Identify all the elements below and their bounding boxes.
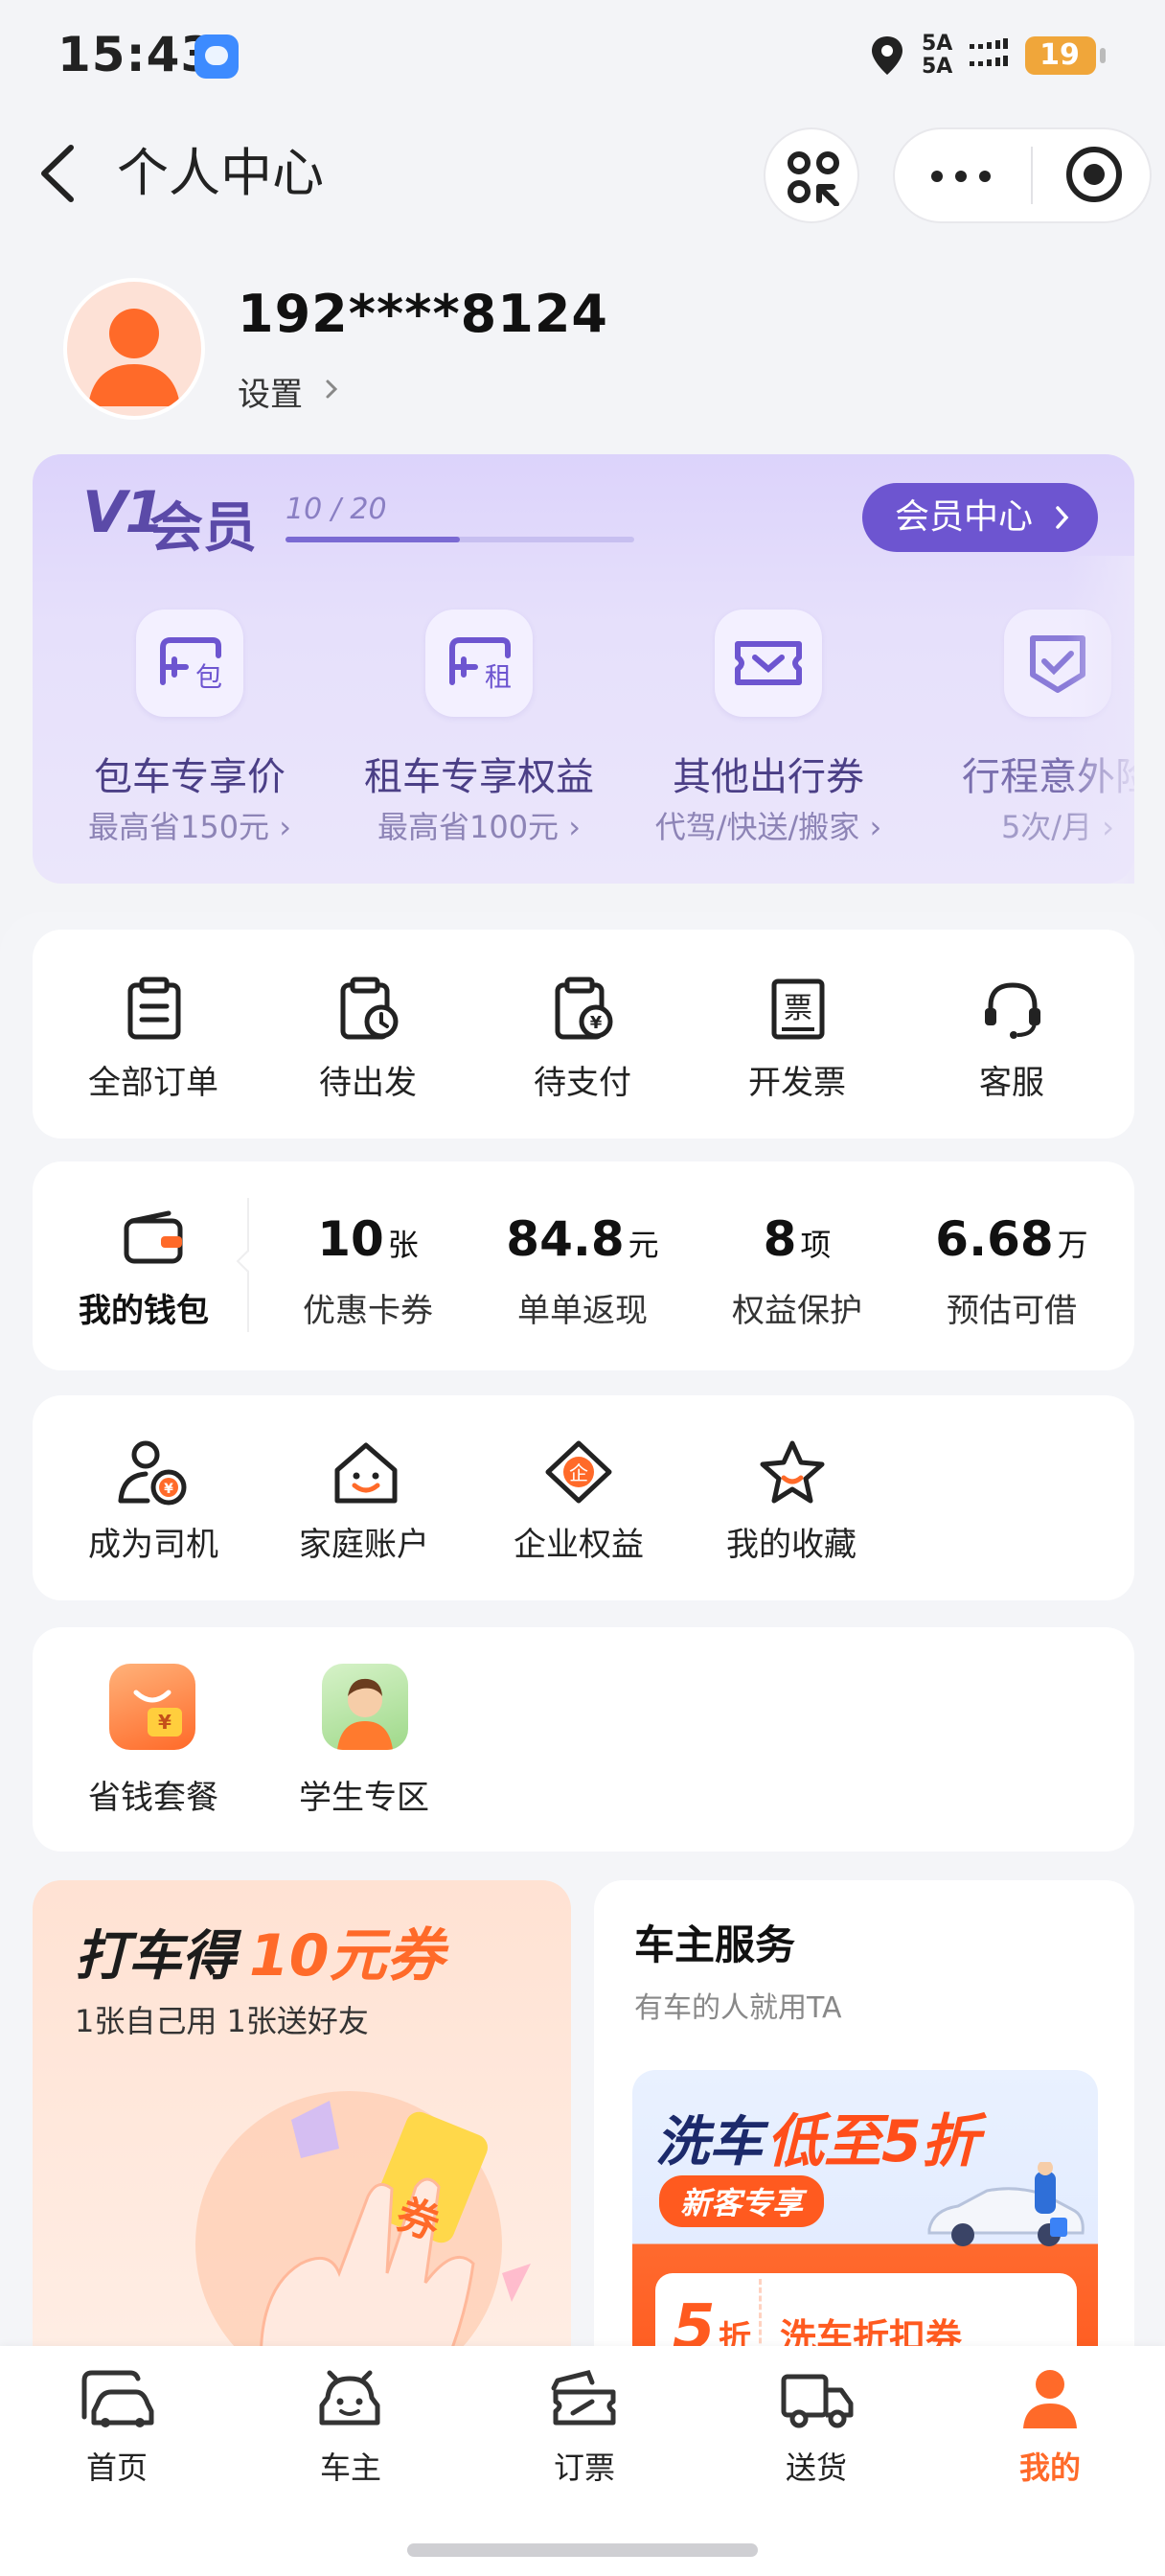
stat-coupons[interactable]: 10 张 xyxy=(272,1211,464,1267)
avatar[interactable] xyxy=(63,278,205,420)
member-center-label: 会员中心 xyxy=(895,497,1034,537)
taxi-coupon-promo[interactable]: 打车得 10元券 1张自己用 1张送好友 券 xyxy=(33,1880,571,2379)
order-label-pending-payment[interactable]: 待支付 xyxy=(487,1056,678,1103)
stat-protection-label[interactable]: 权益保护 xyxy=(701,1284,893,1331)
star-icon[interactable] xyxy=(757,1438,828,1506)
stat-cashback-label[interactable]: 单单返现 xyxy=(487,1284,678,1331)
qr-code-icon xyxy=(788,151,839,206)
yuan-clipboard-icon[interactable]: ¥ xyxy=(550,976,617,1043)
stat-loan[interactable]: 6.68 万 xyxy=(916,1211,1108,1267)
location-icon xyxy=(872,36,902,75)
svg-text:¥: ¥ xyxy=(164,1482,173,1497)
stat-cashback[interactable]: 84.8 元 xyxy=(487,1211,678,1267)
car-wash-illustration xyxy=(927,2162,1085,2246)
svg-text:¥: ¥ xyxy=(590,1013,603,1033)
car-owner-subtitle: 有车的人就用TA xyxy=(634,1991,842,2025)
chevron-right-icon xyxy=(1056,506,1069,529)
status-time: 15:43 xyxy=(57,27,216,82)
chevron-right-icon xyxy=(326,380,338,399)
more-dots-icon[interactable] xyxy=(931,171,991,182)
savings-bag-icon[interactable]: ¥ xyxy=(109,1664,195,1750)
default-avatar-icon xyxy=(88,309,180,406)
stat-coupons-label[interactable]: 优惠卡券 xyxy=(272,1284,464,1331)
mini-app-label-student[interactable]: 学生专区 xyxy=(268,1771,460,1818)
signal-icon xyxy=(970,38,1008,66)
clock-clipboard-icon[interactable] xyxy=(335,976,402,1043)
fade-overlay xyxy=(1067,556,1134,884)
svg-text:企: 企 xyxy=(569,1461,588,1484)
car-owner-icon[interactable] xyxy=(316,2369,383,2430)
svg-text:票: 票 xyxy=(784,992,812,1025)
member-progress-text: 10 / 20 xyxy=(286,493,387,526)
invoice-icon[interactable]: 票 xyxy=(765,976,832,1043)
ticket-icon[interactable] xyxy=(550,2369,619,2430)
network-line-1: 5A xyxy=(922,32,953,56)
network-type: 5A 5A xyxy=(922,33,952,79)
car-owner-title: 车主服务 xyxy=(634,1921,796,1968)
username: 192****8124 xyxy=(238,284,608,344)
tab-tickets[interactable]: 订票 xyxy=(508,2444,661,2488)
order-label-service[interactable]: 客服 xyxy=(916,1056,1108,1103)
service-label-favorites[interactable]: 我的收藏 xyxy=(696,1518,887,1565)
order-label-pending-departure[interactable]: 待出发 xyxy=(272,1056,464,1103)
wallet-icon[interactable] xyxy=(121,1209,188,1267)
enterprise-icon[interactable]: 企 xyxy=(542,1439,615,1506)
truck-icon[interactable] xyxy=(780,2369,857,2430)
mini-app-label-savings[interactable]: 省钱套餐 xyxy=(57,1771,249,1818)
qr-code-button[interactable] xyxy=(764,127,859,223)
tab-delivery[interactable]: 送货 xyxy=(740,2444,893,2488)
service-label-family[interactable]: 家庭账户 xyxy=(268,1518,460,1565)
tab-mine[interactable]: 我的 xyxy=(973,2444,1127,2488)
close-target-icon[interactable] xyxy=(1063,144,1125,205)
wallet-label[interactable]: 我的钱包 xyxy=(79,1284,209,1331)
student-avatar-icon[interactable] xyxy=(322,1664,408,1750)
network-line-2: 5A xyxy=(922,55,953,79)
service-label-driver[interactable]: 成为司机 xyxy=(57,1518,249,1565)
svg-text:¥: ¥ xyxy=(158,1711,171,1734)
home-indicator xyxy=(407,2543,758,2557)
page-title: 个人中心 xyxy=(117,143,324,203)
headset-icon[interactable] xyxy=(979,976,1046,1043)
back-chevron-icon[interactable] xyxy=(34,140,82,207)
person-icon[interactable] xyxy=(1019,2367,1081,2430)
driver-icon[interactable]: ¥ xyxy=(115,1438,190,1508)
promo-title-part2: 10元券 xyxy=(249,1922,445,1990)
new-customer-tag: 新客专享 xyxy=(659,2175,825,2227)
tab-home[interactable]: 首页 xyxy=(40,2444,194,2488)
benefit-overflow-clip: 行程意外险 5次/月 › xyxy=(33,556,1134,884)
promo-title-part1: 打车得 xyxy=(75,1925,236,1988)
capsule-divider xyxy=(1031,147,1033,204)
member-level-suffix: 会员 xyxy=(149,497,257,560)
clipboard-icon[interactable] xyxy=(121,976,188,1043)
battery-level: 19 xyxy=(1039,38,1080,72)
order-label-all[interactable]: 全部订单 xyxy=(57,1056,249,1103)
banner-title-a: 洗车 xyxy=(655,2111,763,2174)
promo-subtitle: 1张自己用 1张送好友 xyxy=(75,2003,369,2039)
stat-loan-label[interactable]: 预估可借 xyxy=(916,1284,1108,1331)
member-progress-fill xyxy=(286,537,460,542)
battery-tip xyxy=(1100,48,1106,63)
family-house-icon[interactable] xyxy=(330,1439,402,1506)
car-owner-service-card[interactable]: 车主服务 有车的人就用TA 洗车 低至5折 新客专享 5 折 洗车折扣券 xyxy=(594,1880,1134,2379)
home-car-icon[interactable] xyxy=(80,2369,155,2430)
service-label-enterprise[interactable]: 企业权益 xyxy=(483,1518,674,1565)
stat-protection[interactable]: 8项 xyxy=(701,1211,893,1267)
tab-car-owner[interactable]: 车主 xyxy=(274,2444,427,2488)
message-app-icon xyxy=(194,34,239,79)
settings-link[interactable]: 设置 xyxy=(238,368,303,415)
order-label-invoice[interactable]: 开发票 xyxy=(701,1056,893,1103)
car-wash-banner[interactable]: 洗车 低至5折 新客专享 5 折 洗车折扣券 xyxy=(632,2070,1098,2379)
